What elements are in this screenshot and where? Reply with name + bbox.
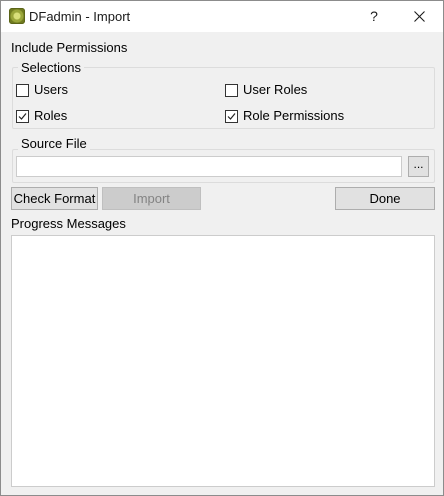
question-icon: ? [370, 8, 378, 24]
import-dialog: DFadmin - Import ? Include Permissions S… [0, 0, 444, 496]
close-icon [414, 11, 425, 22]
role-permissions-checkbox[interactable] [225, 110, 238, 123]
user-roles-checkbox[interactable] [225, 84, 238, 97]
help-button[interactable]: ? [351, 1, 397, 32]
window-title: DFadmin - Import [29, 9, 131, 24]
selections-group-title: Selections [18, 60, 84, 75]
progress-messages-label: Progress Messages [11, 216, 126, 231]
done-button[interactable]: Done [335, 187, 435, 210]
close-button[interactable] [397, 1, 443, 32]
import-button[interactable]: Import [102, 187, 201, 210]
roles-checkbox-label: Roles [34, 108, 68, 123]
checkmark-icon [227, 113, 236, 120]
title-bar[interactable]: DFadmin - Import ? [1, 1, 443, 32]
roles-checkbox[interactable] [16, 110, 29, 123]
source-file-group-title: Source File [18, 136, 90, 151]
source-file-input[interactable] [16, 156, 402, 177]
progress-messages-area[interactable] [11, 235, 435, 487]
app-icon [9, 8, 25, 24]
user-roles-checkbox-label: User Roles [243, 82, 308, 97]
include-permissions-heading: Include Permissions [11, 40, 128, 55]
checkmark-icon [18, 113, 27, 120]
role-permissions-checkbox-label: Role Permissions [243, 108, 345, 123]
users-checkbox[interactable] [16, 84, 29, 97]
selections-group [12, 67, 435, 129]
users-checkbox-label: Users [34, 82, 68, 97]
check-format-button[interactable]: Check Format [11, 187, 98, 210]
browse-button[interactable]: ... [408, 156, 429, 177]
